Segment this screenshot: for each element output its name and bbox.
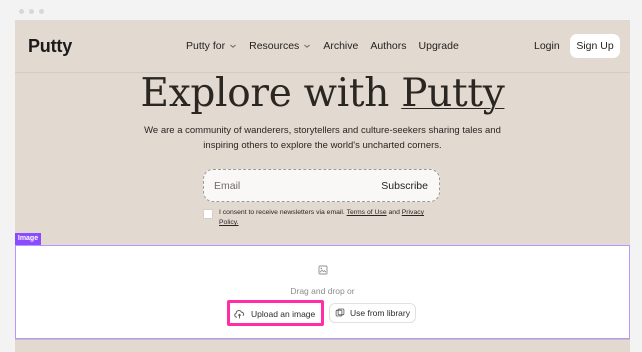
- nav-item-resources[interactable]: Resources: [249, 40, 311, 52]
- nav-item-label: Authors: [370, 40, 407, 52]
- login-link[interactable]: Login: [534, 40, 560, 52]
- terms-link[interactable]: Terms of Use: [347, 209, 387, 216]
- hero-description: We are a community of wanderers, storyte…: [144, 125, 501, 151]
- window-dot-yellow: [29, 9, 34, 14]
- chevron-down-icon: [304, 44, 311, 48]
- consent-text-start: I consent to receive newsletters via ema…: [219, 209, 345, 216]
- sign-up-button[interactable]: Sign Up: [570, 34, 620, 58]
- email-input[interactable]: [214, 176, 359, 196]
- newsletter-form: Subscribe: [203, 169, 440, 202]
- nav-item-label: Putty for: [186, 40, 226, 52]
- upload-button-content: Upload an image: [234, 305, 315, 323]
- browser-chrome: [0, 0, 642, 20]
- nav-item-archive[interactable]: Archive: [323, 40, 358, 52]
- consent-text: I consent to receive newsletters via ema…: [219, 208, 433, 228]
- consent-row: I consent to receive newsletters via ema…: [203, 208, 433, 228]
- consent-text-middle: and: [388, 209, 400, 216]
- nav-item-upgrade[interactable]: Upgrade: [419, 40, 459, 52]
- upload-icon: [234, 309, 245, 318]
- image-block-tag: Image: [15, 233, 41, 245]
- nav-item-putty-for[interactable]: Putty for: [186, 40, 237, 52]
- drag-drop-text: Drag and drop or: [290, 286, 355, 296]
- window-dot-green: [39, 9, 44, 14]
- library-icon: [335, 308, 345, 317]
- library-label: Use from library: [350, 308, 410, 318]
- hero-title-prefix: Explore with: [140, 71, 390, 116]
- hero-title-brand: Putty: [401, 71, 505, 116]
- library-button-content: Use from library: [335, 305, 410, 321]
- nav-item-label: Upgrade: [418, 40, 459, 52]
- next-section-strip: [15, 339, 630, 352]
- upload-label: Upload an image: [251, 309, 316, 319]
- hero-title: Explore with Putty: [15, 71, 630, 116]
- logo[interactable]: Putty: [28, 35, 72, 57]
- nav-item-label: Archive: [323, 40, 359, 52]
- nav-item-authors[interactable]: Authors: [370, 40, 406, 52]
- use-from-library-button[interactable]: Use from library: [329, 303, 416, 323]
- image-upload-panel[interactable]: Drag and drop or Upload an image Use fro…: [15, 245, 630, 339]
- consent-checkbox[interactable]: [203, 209, 213, 219]
- nav-item-label: Resources: [249, 40, 300, 52]
- top-navigation: Putty Putty for Resources Archive Author…: [15, 20, 630, 73]
- chevron-down-icon: [230, 44, 236, 48]
- subscribe-button[interactable]: Subscribe: [381, 180, 428, 192]
- image-icon: [318, 265, 328, 275]
- window-dot-red: [19, 9, 24, 14]
- nav-items: Putty for Resources Archive Authors Upgr…: [186, 40, 459, 52]
- upload-image-button[interactable]: Upload an image: [227, 300, 324, 326]
